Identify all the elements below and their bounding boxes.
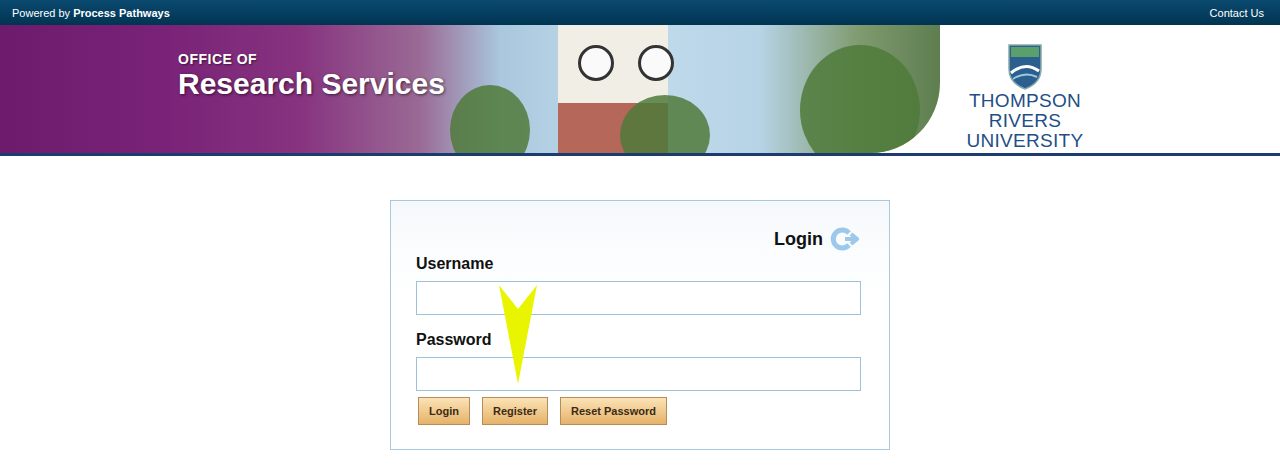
office-label: OFFICE OF [178, 51, 940, 67]
clock-icon [638, 45, 674, 81]
university-name-line: THOMPSON RIVERS [940, 91, 1110, 131]
button-row: Login Register Reset Password [418, 397, 859, 425]
field-label: Password [416, 331, 859, 349]
login-header: Login [416, 227, 859, 251]
banner-photo: OFFICE OFResearch Services [0, 25, 940, 153]
banner-title: Research Services [178, 67, 940, 101]
university-name: THOMPSON RIVERSUNIVERSITY [940, 91, 1110, 151]
login-title: Login [774, 229, 823, 250]
top-bar: Powered by Process Pathways Contact Us [0, 0, 1280, 25]
field-input[interactable] [416, 281, 861, 315]
login-form-button[interactable]: Reset Password [560, 397, 667, 425]
contact-link[interactable]: Contact Us [1210, 7, 1264, 19]
pointer-arrow-icon [498, 285, 538, 385]
field-label: Username [416, 255, 859, 273]
powered-by: Powered by Process Pathways [12, 7, 170, 19]
login-form-button[interactable]: Register [482, 397, 548, 425]
field-input[interactable] [416, 357, 861, 391]
powered-by-label: Powered by [12, 7, 70, 19]
login-box: Login Username Password Login Register Reset … [390, 200, 890, 450]
login-arrow-icon [827, 227, 859, 251]
clock-icon [578, 45, 614, 81]
login-form-button[interactable]: Login [418, 397, 470, 425]
university-shield-icon [1007, 43, 1043, 91]
banner-rule [0, 153, 1280, 156]
tree [800, 45, 920, 153]
banner: OFFICE OFResearch ServicesTHOMPSON RIVER… [0, 25, 1280, 153]
university-logo: THOMPSON RIVERSUNIVERSITY [940, 25, 1280, 153]
main-area: Login Username Password Login Register Reset … [0, 156, 1280, 450]
brand-name: Process Pathways [73, 7, 170, 19]
university-name-line: UNIVERSITY [940, 131, 1110, 151]
tree [450, 85, 530, 153]
